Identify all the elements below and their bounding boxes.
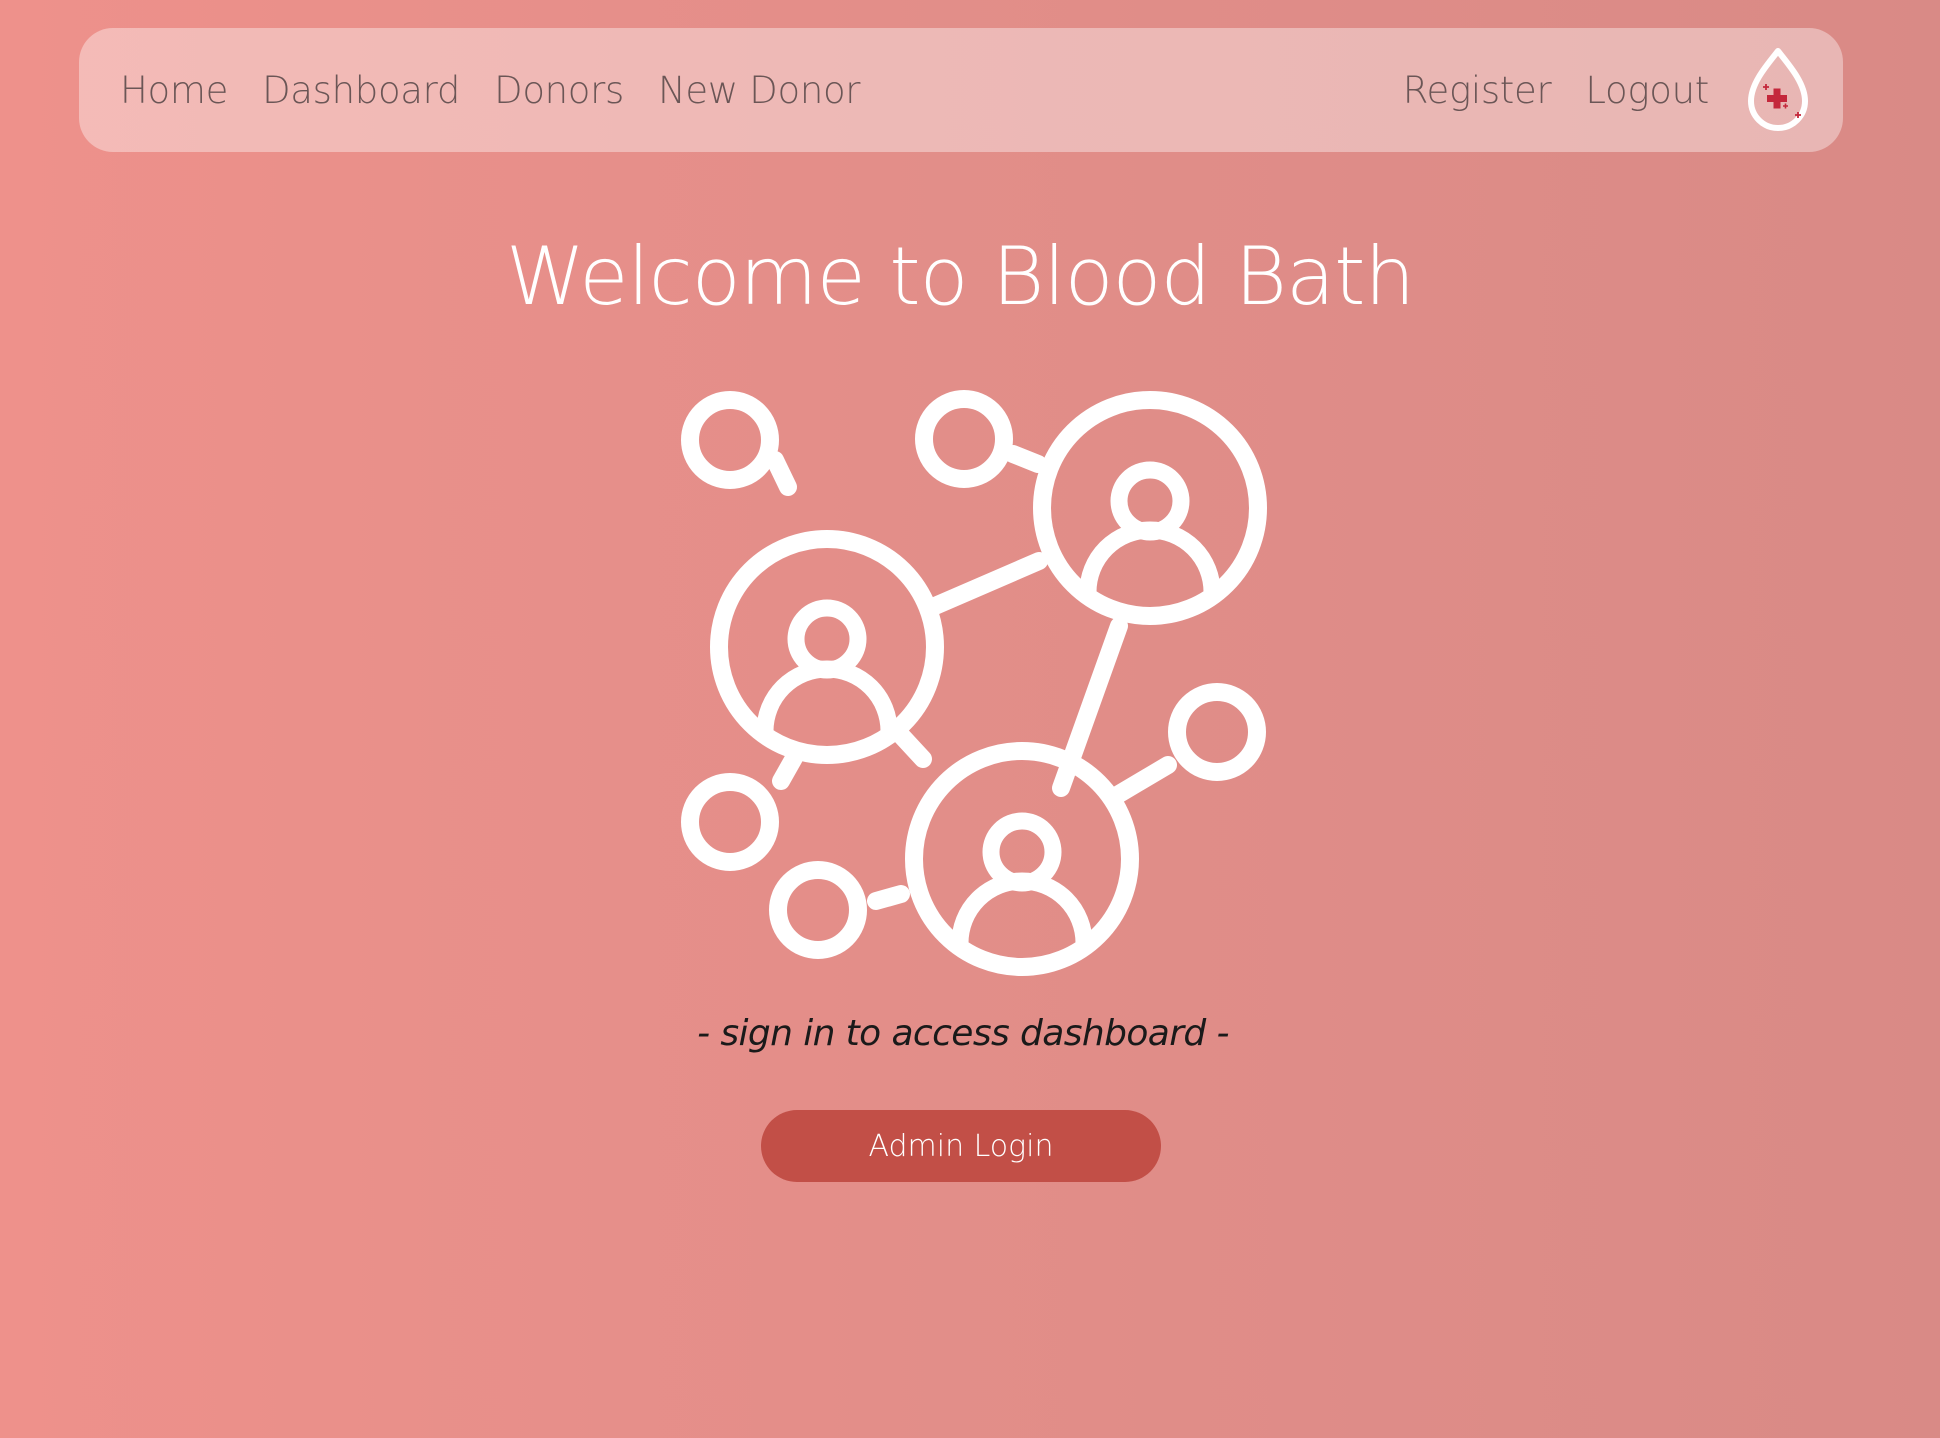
page-title: Welcome to Blood Bath <box>505 230 1415 323</box>
nav-right-group: Register Logout <box>1403 28 1813 152</box>
nav-link-new-donor[interactable]: New Donor <box>658 69 861 112</box>
nav-link-home[interactable]: Home <box>120 69 228 112</box>
sign-in-hint: - sign in to access dashboard - <box>697 1013 1229 1054</box>
nav-link-dashboard[interactable]: Dashboard <box>262 69 460 112</box>
blood-drop-plus-icon[interactable] <box>1743 45 1813 135</box>
nav-link-donors[interactable]: Donors <box>494 69 624 112</box>
nav-link-logout[interactable]: Logout <box>1585 69 1709 112</box>
admin-login-button[interactable]: Admin Login <box>761 1110 1161 1182</box>
nav-left-group: Home Dashboard Donors New Donor <box>120 28 861 152</box>
nav-link-register[interactable]: Register <box>1403 69 1552 112</box>
navbar: Home Dashboard Donors New Donor Register… <box>79 28 1843 152</box>
user-network-icon <box>681 390 1267 976</box>
